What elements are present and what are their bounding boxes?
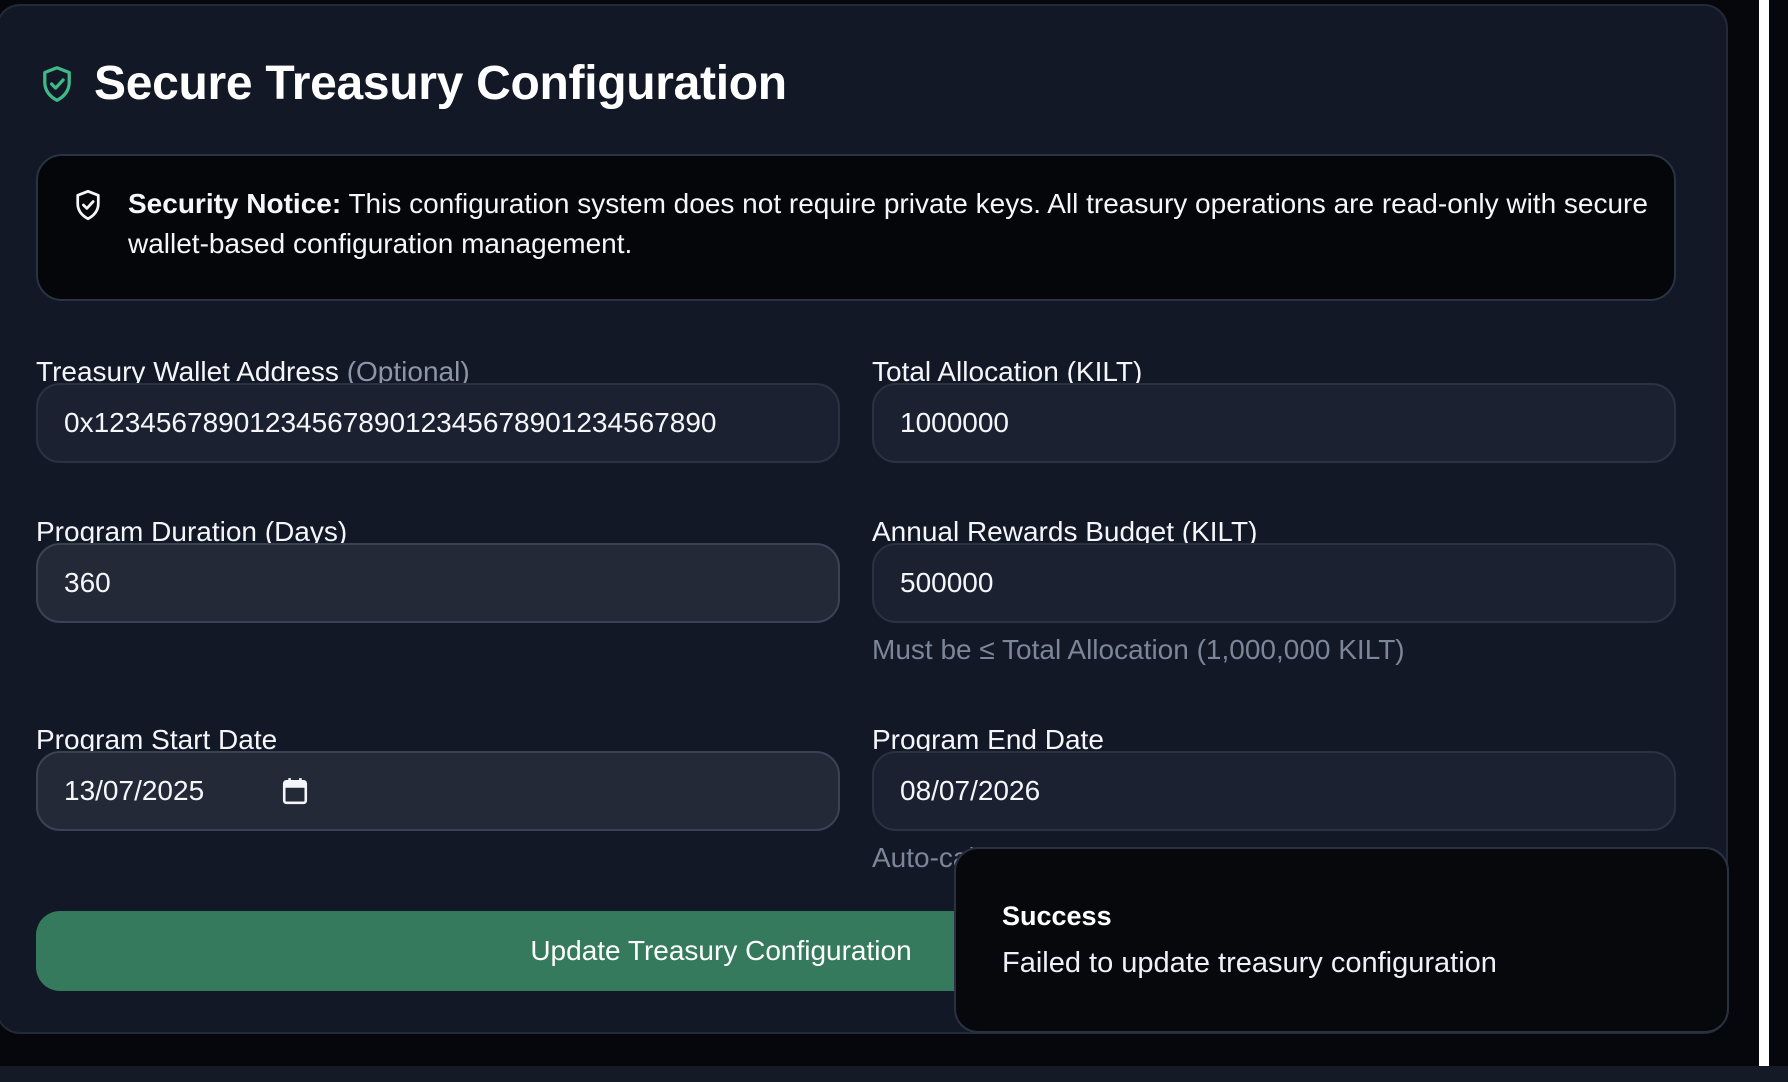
page: Secure Treasury Configuration Security N… — [0, 0, 1788, 1082]
card-header: Secure Treasury Configuration — [40, 56, 787, 111]
update-treasury-button[interactable]: Update Treasury Configuration — [36, 911, 1106, 991]
toast-title: Success — [1002, 901, 1112, 931]
security-notice-text: Security Notice: This configuration syst… — [128, 184, 1658, 264]
annual-budget-value: 500000 — [900, 567, 994, 598]
update-treasury-button-label: Update Treasury Configuration — [530, 935, 912, 966]
security-notice-label: Security Notice: — [128, 188, 342, 219]
start-date-input[interactable]: 13/07/2025 — [36, 751, 840, 831]
security-notice-body: This configuration system does not requi… — [128, 188, 1648, 259]
shield-check-icon — [76, 189, 100, 221]
annual-budget-hint: Must be ≤ Total Allocation (1,000,000 KI… — [872, 634, 1405, 665]
bottom-band — [0, 1066, 1788, 1082]
total-allocation-input[interactable]: 1000000 — [872, 383, 1676, 463]
wallet-address-input[interactable]: 0x12345678901234567890123456789012345678… — [36, 383, 840, 463]
security-notice: Security Notice: This configuration syst… — [36, 154, 1676, 301]
program-duration-value: 360 — [64, 567, 111, 598]
annual-budget-input[interactable]: 500000 — [872, 543, 1676, 623]
toast-notification[interactable]: Success Failed to update treasury config… — [954, 847, 1729, 1033]
shield-check-icon — [43, 65, 71, 102]
toast-description: Failed to update treasury configuration — [1002, 947, 1497, 979]
total-allocation-value: 1000000 — [900, 407, 1010, 438]
program-duration-input[interactable]: 360 — [36, 543, 840, 623]
end-date-input[interactable]: 08/07/2026 — [872, 751, 1676, 831]
scrollbar-edge — [1759, 0, 1769, 1066]
end-date-value: 08/07/2026 — [900, 775, 1041, 806]
page-title: Secure Treasury Configuration — [94, 57, 787, 110]
calendar-icon[interactable] — [282, 777, 308, 805]
start-date-value: 13/07/2025 — [64, 775, 205, 806]
wallet-address-value: 0x12345678901234567890123456789012345678… — [64, 407, 717, 438]
